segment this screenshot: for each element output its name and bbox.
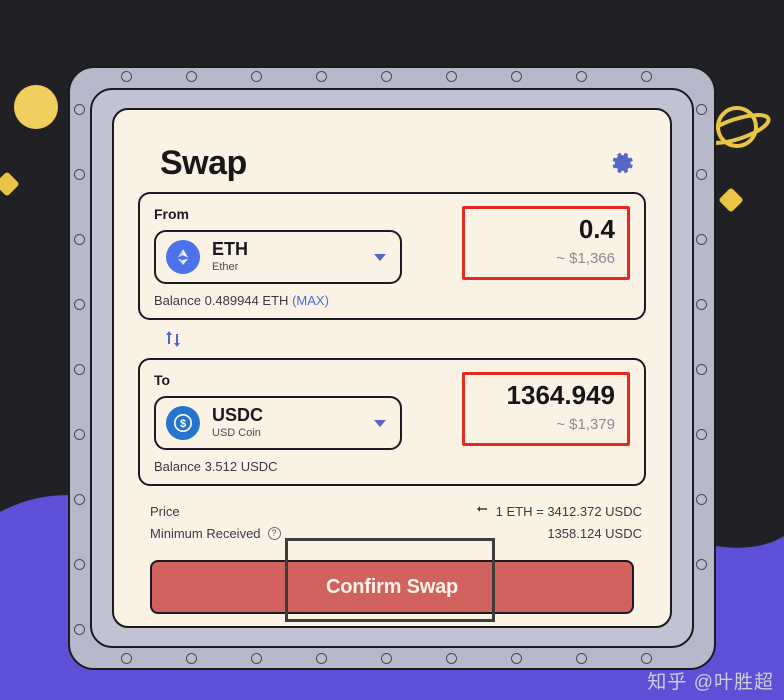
from-token-symbol: ETH [212,239,248,260]
swap-card: Swap From ETH Ether Balance 0.489944 ETH… [112,108,672,628]
frame-rivet [696,234,707,245]
page-title: Swap [160,143,247,182]
frame-rivet [74,234,85,245]
switch-direction-button[interactable] [162,327,184,351]
frame-rivet [696,169,707,180]
settings-button[interactable] [608,148,638,178]
confirm-swap-button[interactable]: Confirm Swap [150,560,634,614]
price-value: 1 ETH = 3412.372 USDC [495,503,642,519]
question-mark-icon[interactable]: ? [267,526,281,540]
to-balance-text: Balance 3.512 USDC [154,459,278,474]
frame-rivet [696,559,707,570]
yellow-circle-decoration [14,85,58,129]
to-token-text: USDC USD Coin [212,406,374,439]
frame-rivet [186,653,197,664]
price-row: Price 1 ETH = 3412.372 USDC [150,500,642,522]
from-token-name: Ether [212,261,239,274]
to-amount-value: 1364.949 [506,380,615,410]
frame-rivet [251,653,262,664]
yellow-diamond-decoration [718,187,744,213]
frame-rivet [74,624,85,635]
from-token-text: ETH Ether [212,240,374,273]
price-info: Price 1 ETH = 3412.372 USDC Minimum Rece… [138,486,646,544]
max-button[interactable]: (MAX) [292,293,329,308]
minimum-label-group: Minimum Received ? [150,526,281,541]
frame-rivet [186,71,197,82]
from-amount-value: 0.4 [578,214,615,244]
from-balance-text: Balance 0.489944 ETH [154,293,289,308]
frame-rivet [74,104,85,115]
swap-rate-icon[interactable] [475,505,489,517]
frame-rivet [316,653,327,664]
card-header: Swap [138,134,646,192]
frame-rivet [446,71,457,82]
frame-rivet [74,429,85,440]
price-label: Price [150,503,180,519]
price-value-group: 1 ETH = 3412.372 USDC [475,504,642,519]
from-amount-input[interactable]: 0.4 ~ $1,366 [462,206,630,280]
from-token-select[interactable]: ETH Ether [154,230,402,284]
frame-rivet [696,494,707,505]
from-amount-usd: ~ $1,366 [556,249,615,267]
to-panel-left: To $ USDC USD Coin Balance 3.512 USDC [154,372,454,474]
to-amount-input[interactable]: 1364.949 ~ $1,379 [462,372,630,446]
frame-rivet [641,71,652,82]
switch-direction-row [138,320,646,358]
frame-rivet [316,71,327,82]
from-panel: From ETH Ether Balance 0.489944 ETH (MAX… [138,192,646,320]
frame-rivet [511,653,522,664]
to-balance: Balance 3.512 USDC [154,459,454,474]
frame-rivet [641,653,652,664]
usdc-icon: $ [166,406,200,440]
from-panel-left: From ETH Ether Balance 0.489944 ETH (MAX… [154,206,454,308]
svg-text:$: $ [180,418,186,430]
frame-rivet [74,494,85,505]
minimum-received-row: Minimum Received ? 1358.124 USDC [150,522,642,544]
gear-icon [612,152,633,174]
frame-rivet [696,299,707,310]
chevron-down-icon [374,419,386,427]
ethereum-icon [166,240,200,274]
frame-rivet [74,364,85,375]
price-label-group: Price [150,504,180,519]
frame-rivet [696,104,707,115]
swap-direction-icon [166,331,180,347]
from-panel-right: 0.4 ~ $1,366 [454,206,630,280]
chevron-down-icon [374,253,386,261]
to-panel: To $ USDC USD Coin Balance 3.512 USDC 13… [138,358,646,486]
yellow-diamond-decoration [0,171,20,197]
frame-rivet [74,169,85,180]
frame-rivet [381,653,392,664]
frame-rivet [446,653,457,664]
from-balance: Balance 0.489944 ETH (MAX) [154,293,454,308]
minimum-received-label: Minimum Received [150,525,261,541]
to-label: To [154,372,171,388]
to-amount-usd: ~ $1,379 [556,415,615,433]
frame-rivet [696,429,707,440]
confirm-swap-label: Confirm Swap [325,575,459,598]
frame-rivet [121,653,132,664]
watermark: 知乎 @叶胜超 [647,672,774,693]
minimum-value-group: 1358.124 USDC [547,526,642,541]
to-token-name: USD Coin [212,427,261,440]
frame-rivet [511,71,522,82]
to-token-symbol: USDC [212,405,264,426]
frame-rivet [696,364,707,375]
frame-rivet [121,71,132,82]
frame-rivet [576,653,587,664]
frame-rivet [74,559,85,570]
from-label: From [154,206,189,222]
to-panel-right: 1364.949 ~ $1,379 [454,372,630,446]
to-token-select[interactable]: $ USDC USD Coin [154,396,402,450]
app-background: Swap From ETH Ether Balance 0.489944 ETH… [0,0,784,700]
minimum-received-value: 1358.124 USDC [547,525,642,541]
frame-rivet [251,71,262,82]
frame-rivet [74,299,85,310]
frame-rivet [576,71,587,82]
frame-rivet [381,71,392,82]
